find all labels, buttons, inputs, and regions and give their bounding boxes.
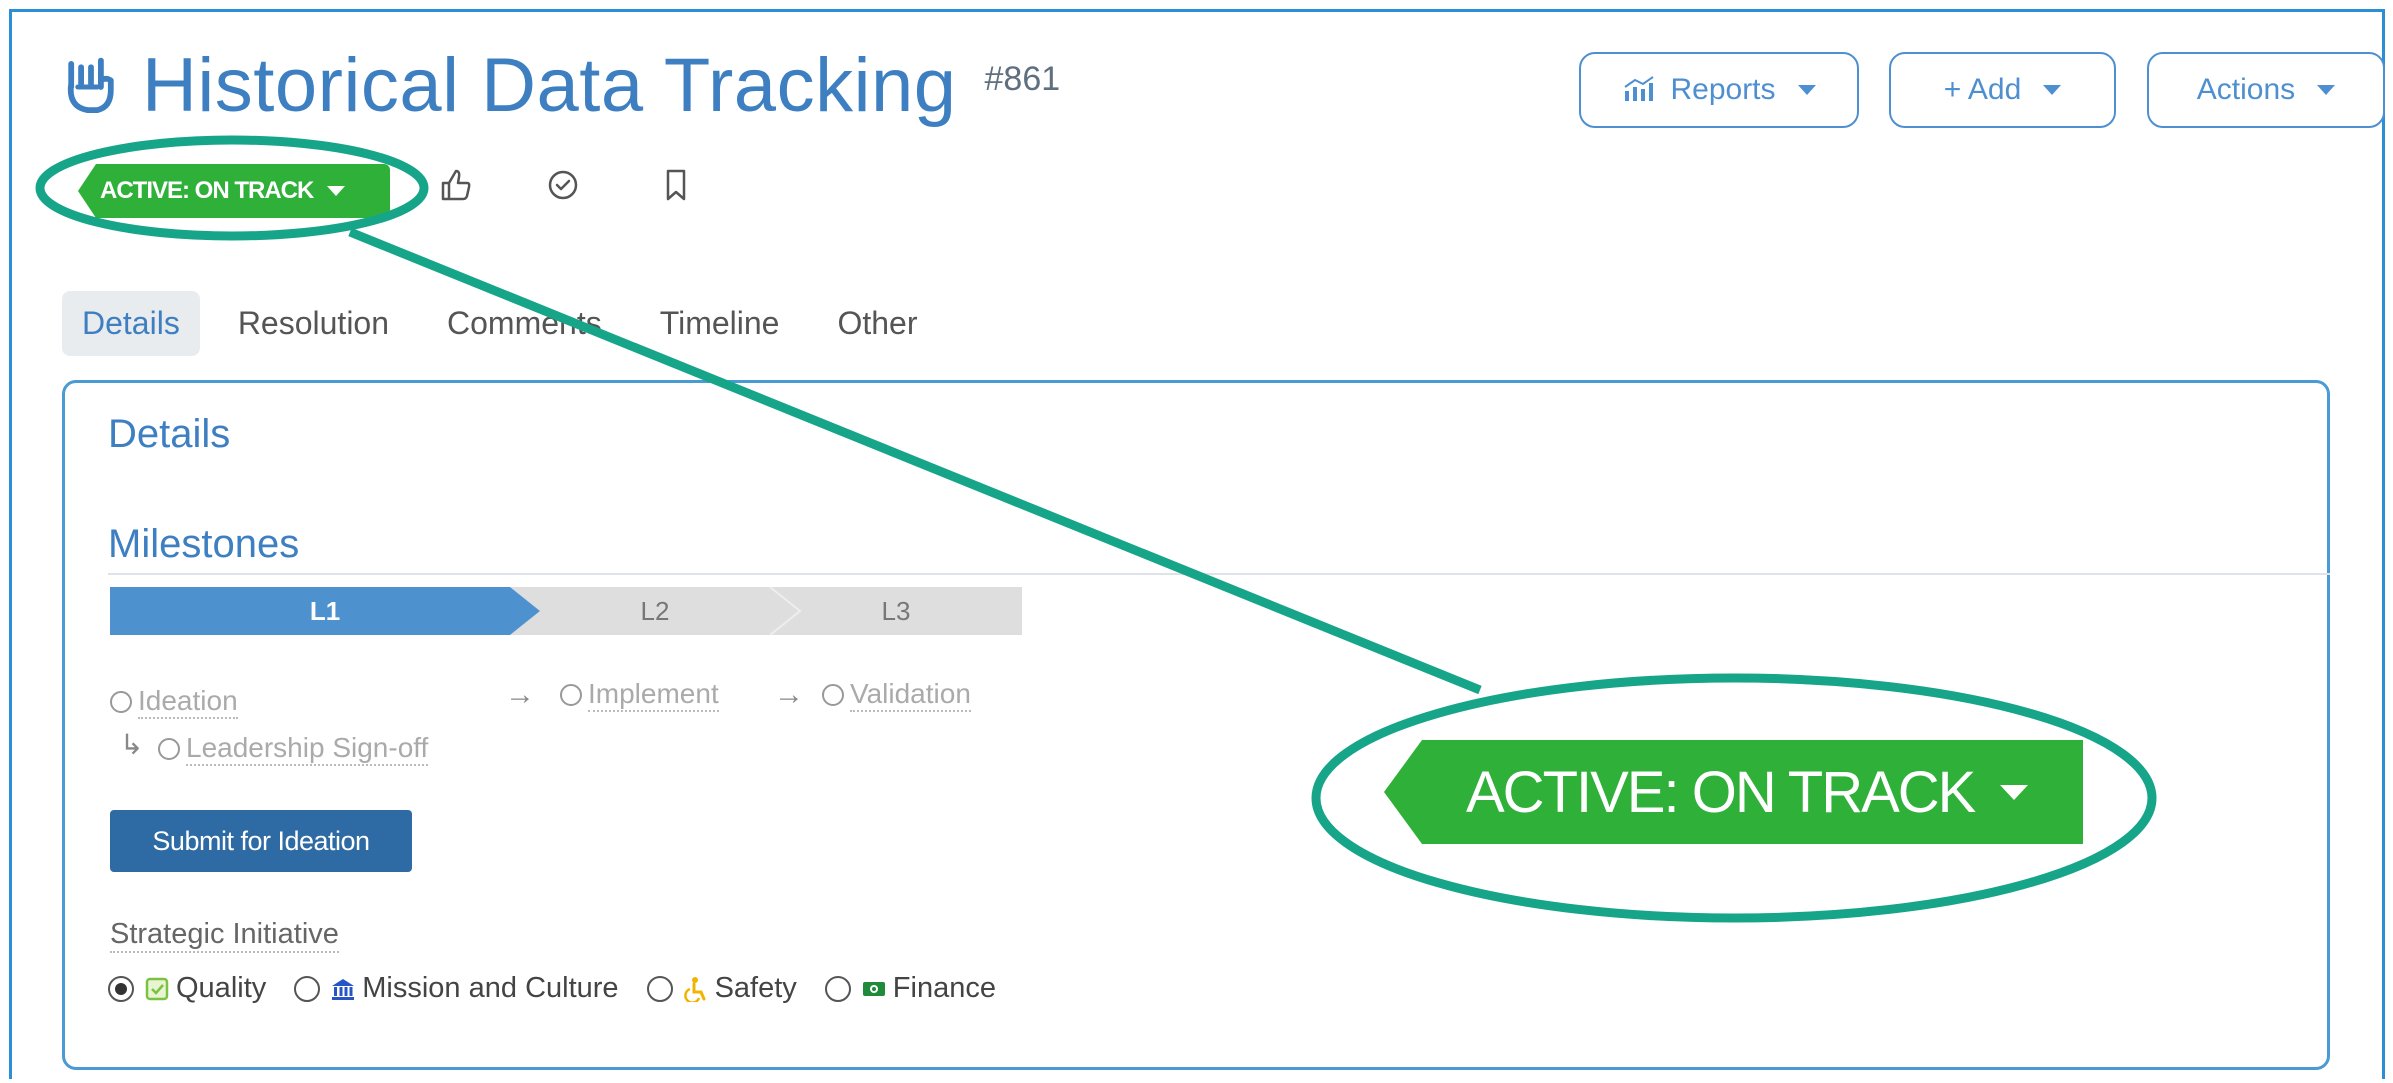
radio-implement[interactable] [560,684,582,706]
reports-label: Reports [1670,73,1776,106]
option-quality-label: Quality [176,972,267,1004]
reports-button[interactable]: Reports [1579,52,1859,128]
stage-validation[interactable]: Validation [822,678,971,712]
divider [108,573,2330,575]
milestone-progress: L2 L3 L1 [110,587,1022,635]
stage-leadership-label: Leadership Sign-off [186,732,429,766]
radio-mission-culture[interactable] [294,975,321,1002]
step-separator [770,587,802,635]
chevron-down-icon [2317,85,2336,95]
radio-safety[interactable] [646,975,673,1002]
thumbs-up-icon[interactable] [437,165,477,205]
milestone-step-label: L1 [309,595,341,626]
add-label: + Add [1943,73,2022,106]
accessibility-icon [683,976,706,1002]
details-heading: Details [108,412,231,456]
chevron-down-icon [2000,784,2029,800]
milestone-step-l2[interactable]: L2 [510,587,800,635]
stage-ideation-label: Ideation [138,685,238,719]
option-mission-culture-label: Mission and Culture [362,972,619,1004]
tab-details[interactable]: Details [62,290,200,356]
stage-validation-label: Validation [850,678,971,712]
stage-implement[interactable]: Implement [560,678,719,712]
bookmark-icon[interactable] [656,165,696,205]
actions-label: Actions [2196,73,2296,106]
status-callout-zoom: ACTIVE: ON TRACK [1384,740,2083,844]
rock-hand-icon [67,57,114,113]
arrow-right-icon: → [505,678,535,711]
tab-resolution[interactable]: Resolution [218,291,409,356]
chevron-down-icon [327,186,346,196]
strategic-options: Quality Mission and Culture Safety Finan… [108,972,1024,1005]
submit-ideation-button[interactable]: Submit for Ideation [110,810,412,872]
tab-other[interactable]: Other [817,291,937,356]
radio-leadership[interactable] [158,738,180,760]
details-panel [62,380,2330,1070]
bank-icon [332,978,355,1000]
milestones-heading: Milestones [108,522,300,566]
radio-validation[interactable] [822,684,844,706]
option-safety[interactable]: Safety [646,972,797,1005]
chevron-down-icon [1797,85,1816,95]
stage-leadership[interactable]: Leadership Sign-off [158,732,429,766]
milestone-step-l1[interactable]: L1 [110,587,540,635]
strategic-initiative-label: Strategic Initiative [110,918,339,953]
radio-finance[interactable] [824,975,851,1002]
page-title: Historical Data Tracking [142,43,957,128]
option-quality[interactable]: Quality [108,972,266,1005]
option-finance-label: Finance [892,972,996,1004]
option-mission-culture[interactable]: Mission and Culture [294,972,619,1005]
record-id: #861 [984,60,1061,98]
actions-button[interactable]: Actions [2147,52,2385,128]
milestone-step-label: L2 [640,595,670,626]
return-arrow-icon: ↳ [120,729,144,760]
radio-ideation[interactable] [110,691,132,713]
checkbox-icon [145,977,169,1000]
chevron-down-icon [2043,85,2062,95]
status-dropdown[interactable]: ACTIVE: ON TRACK [78,164,390,218]
check-circle-icon[interactable] [543,165,583,205]
add-button[interactable]: + Add [1889,52,2116,128]
header: Historical Data Tracking #861 [58,40,1060,140]
tab-bar: Details Resolution Comments Timeline Oth… [62,288,955,358]
tab-comments[interactable]: Comments [427,291,622,356]
tab-timeline[interactable]: Timeline [640,291,800,356]
option-safety-label: Safety [714,972,797,1004]
arrow-right-icon: → [774,678,804,711]
money-icon [862,981,885,996]
radio-quality[interactable] [108,975,134,1002]
status-label: ACTIVE: ON TRACK [100,177,314,204]
chart-icon [1624,76,1655,101]
status-callout-label: ACTIVE: ON TRACK [1466,759,1976,825]
stage-implement-label: Implement [588,678,719,712]
milestone-step-label: L3 [881,595,911,626]
stage-ideation[interactable]: Ideation [110,685,238,719]
option-finance[interactable]: Finance [824,972,996,1005]
